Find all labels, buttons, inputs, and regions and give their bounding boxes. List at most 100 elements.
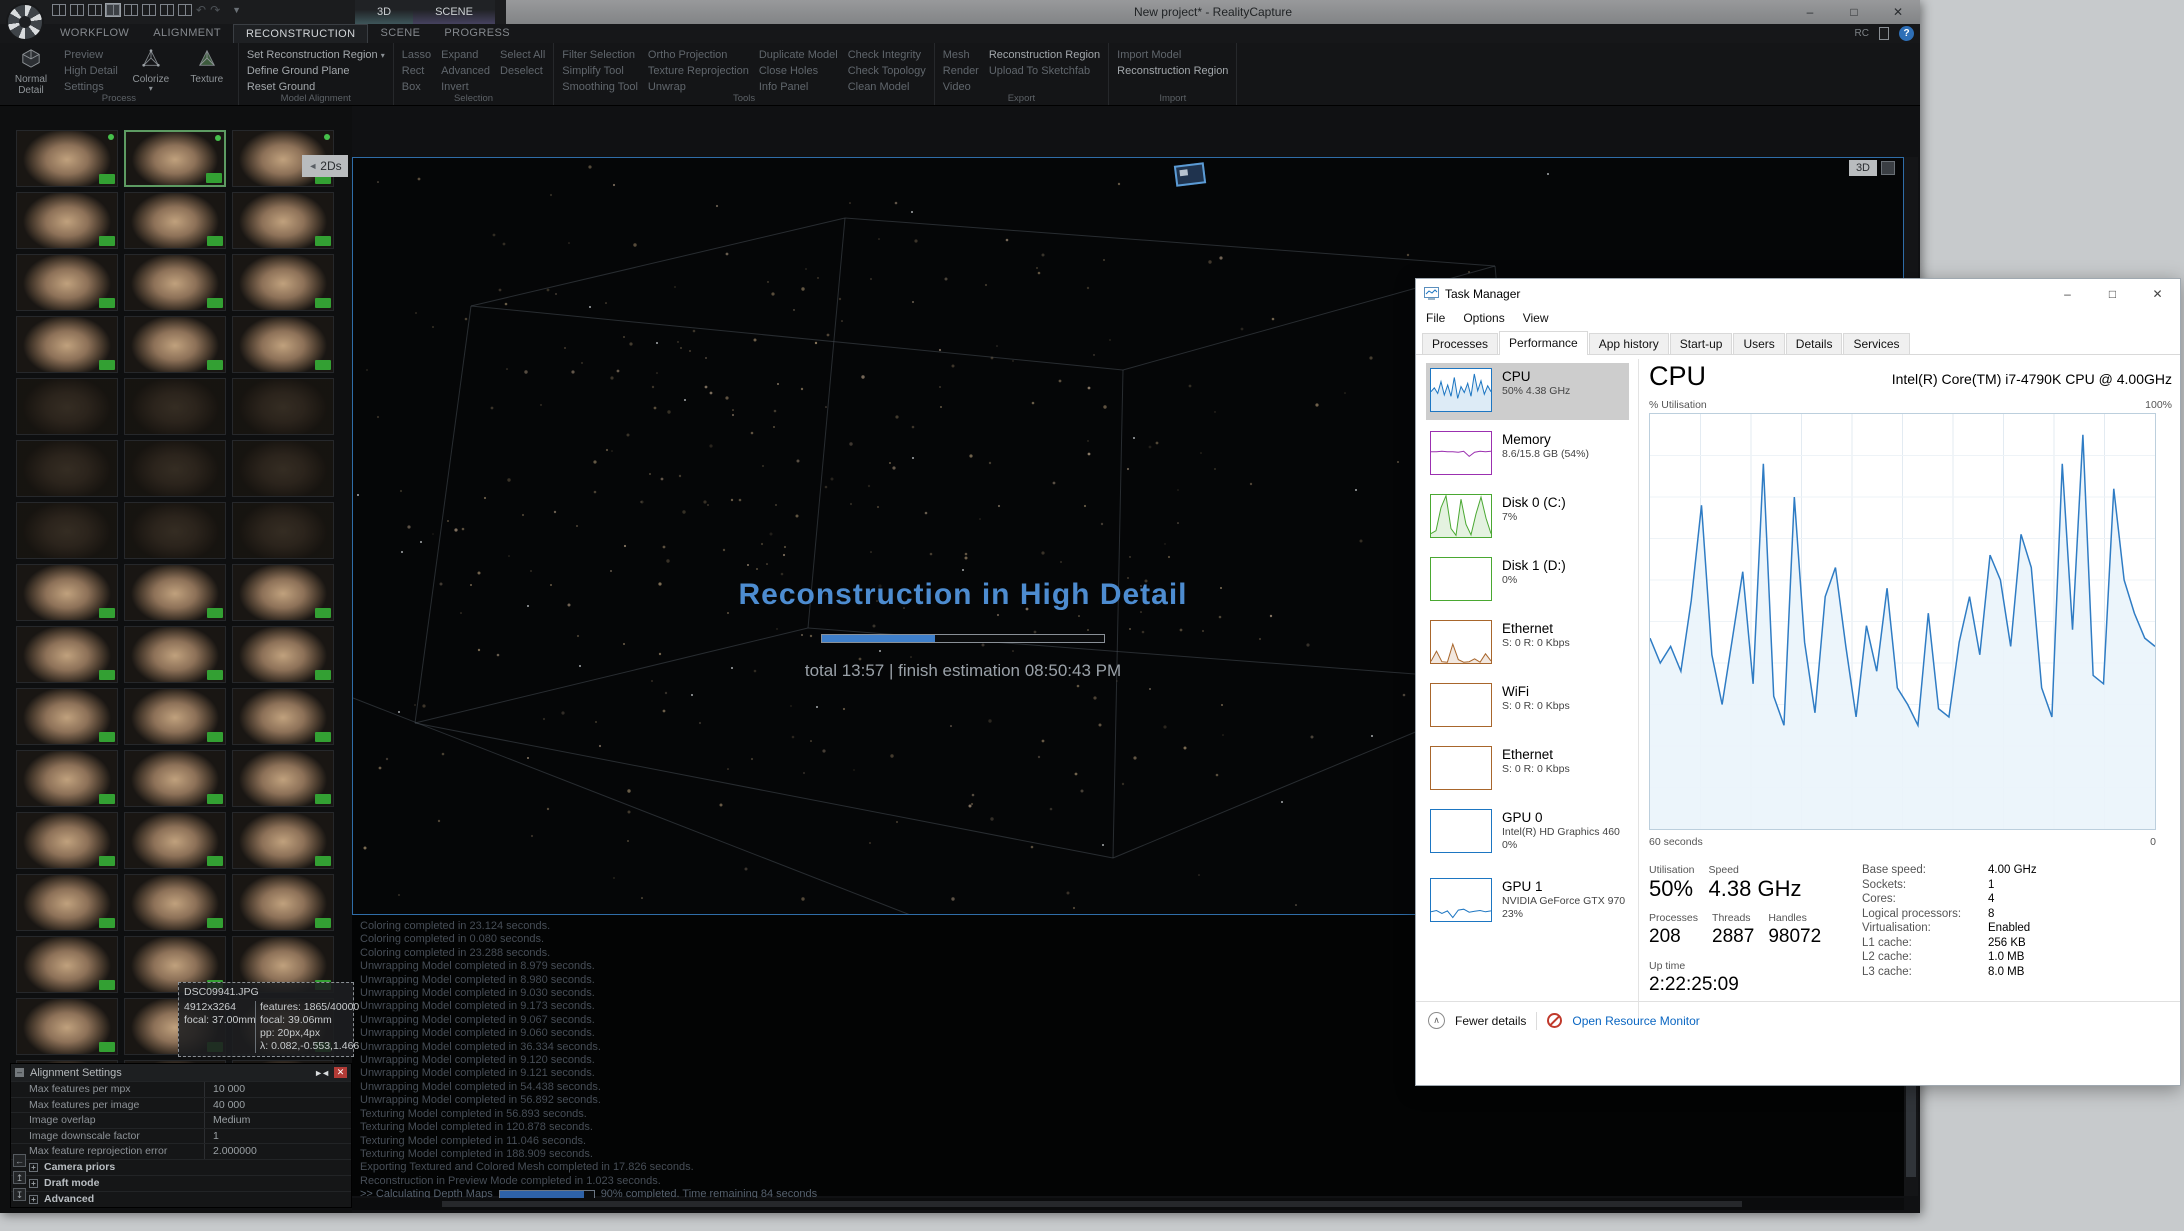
layout-columns-icon[interactable] — [70, 4, 84, 16]
image-thumbnail[interactable] — [232, 502, 334, 559]
image-thumbnail[interactable] — [124, 750, 226, 807]
ribbon-item-high-detail[interactable]: High Detail — [64, 65, 118, 78]
tm-tab-processes[interactable]: Processes — [1422, 333, 1498, 354]
layout-split-icon[interactable] — [88, 4, 102, 16]
image-thumbnail[interactable] — [16, 626, 118, 683]
redo-icon[interactable]: ↷ — [210, 4, 220, 16]
layout-grid-icon[interactable] — [142, 4, 156, 16]
image-thumbnail[interactable] — [16, 564, 118, 621]
setting-section-draft-mode[interactable]: +Draft mode — [11, 1175, 351, 1191]
expand-icon[interactable]: + — [29, 1195, 38, 1204]
tm-tab-services[interactable]: Services — [1843, 333, 1909, 354]
3d-badge[interactable]: 3D — [1849, 160, 1895, 176]
horizontal-scrollbar[interactable] — [352, 1198, 1904, 1210]
setting-value[interactable]: 10 000 — [204, 1082, 351, 1097]
ribbon-item-expand[interactable]: Expand — [441, 49, 490, 62]
image-thumbnail[interactable] — [232, 874, 334, 931]
image-thumbnail[interactable] — [16, 440, 118, 497]
ribbon-item-check-integrity[interactable]: Check Integrity — [848, 49, 926, 62]
tm-sidebar-ethernet[interactable]: EthernetS: 0 R: 0 Kbps — [1426, 615, 1629, 672]
ribbon-button-texture[interactable]: Texture — [184, 47, 230, 91]
ribbon-button-normal-detail[interactable]: Normal Detail — [8, 47, 54, 91]
tm-sidebar-gpu-0[interactable]: GPU 0Intel(R) HD Graphics 4600% — [1426, 804, 1629, 867]
image-thumbnail[interactable] — [16, 936, 118, 993]
image-thumbnail[interactable] — [124, 874, 226, 931]
image-thumbnail[interactable] — [16, 316, 118, 373]
image-thumbnail[interactable] — [124, 378, 226, 435]
ribbon-item-import-model[interactable]: Import Model — [1117, 49, 1228, 62]
float-tab-3d[interactable]: 3D — [355, 0, 413, 24]
ribbon-tab-alignment[interactable]: ALIGNMENT — [141, 24, 233, 43]
minimize-button[interactable]: – — [1788, 0, 1832, 24]
import-settings-icon[interactable]: ↧ — [13, 1188, 26, 1201]
image-thumbnail[interactable] — [232, 316, 334, 373]
image-thumbnail[interactable] — [16, 254, 118, 311]
image-thumbnail[interactable] — [232, 440, 334, 497]
ribbon-button-colorize[interactable]: Colorize▾ — [128, 47, 174, 91]
ribbon-item-rect[interactable]: Rect — [402, 65, 431, 78]
ribbon-item-render[interactable]: Render — [943, 65, 979, 78]
layout-mosaic-icon[interactable] — [178, 4, 192, 16]
image-thumbnail[interactable] — [124, 502, 226, 559]
image-thumbnail[interactable] — [232, 192, 334, 249]
tm-sidebar-gpu-1[interactable]: GPU 1NVIDIA GeForce GTX 97023% — [1426, 873, 1629, 936]
image-thumbnail[interactable] — [124, 564, 226, 621]
image-thumbnail[interactable] — [232, 626, 334, 683]
tm-tab-app-history[interactable]: App history — [1589, 333, 1669, 354]
image-thumbnail[interactable] — [232, 254, 334, 311]
setting-value[interactable]: 2.000000 — [204, 1144, 351, 1159]
tm-tab-performance[interactable]: Performance — [1499, 331, 1588, 355]
ribbon-tab-scene[interactable]: SCENE — [368, 24, 432, 43]
camera-plane-icon[interactable] — [1174, 162, 1206, 186]
export-settings-icon[interactable]: ↥ — [13, 1171, 26, 1184]
tm-sidebar-wifi[interactable]: WiFiS: 0 R: 0 Kbps — [1426, 678, 1629, 735]
image-thumbnail[interactable] — [16, 130, 118, 187]
image-thumbnail[interactable] — [16, 750, 118, 807]
fewer-details-button[interactable]: Fewer details — [1455, 1014, 1526, 1028]
qat-menu-icon[interactable]: ▼ — [232, 5, 241, 15]
ribbon-item-duplicate-model[interactable]: Duplicate Model — [759, 49, 838, 62]
image-thumbnail[interactable] — [124, 440, 226, 497]
image-thumbnail[interactable] — [124, 192, 226, 249]
ribbon-item-reconstruction-region[interactable]: Reconstruction Region — [989, 49, 1100, 62]
ribbon-item-simplify-tool[interactable]: Simplify Tool — [562, 65, 638, 78]
tm-sidebar-memory[interactable]: Memory8.6/15.8 GB (54%) — [1426, 426, 1629, 483]
close-panel-icon[interactable]: ✕ — [334, 1067, 347, 1078]
tm-tab-details[interactable]: Details — [1786, 333, 1843, 354]
setting-value[interactable]: 40 000 — [204, 1098, 351, 1113]
image-thumbnail[interactable] — [16, 192, 118, 249]
image-thumbnail[interactable] — [232, 812, 334, 869]
tm-menu-options[interactable]: Options — [1463, 311, 1504, 325]
float-tab-scene[interactable]: SCENE — [413, 0, 495, 24]
ribbon-item-deselect[interactable]: Deselect — [500, 65, 545, 78]
ribbon-tab-reconstruction[interactable]: RECONSTRUCTION — [233, 24, 369, 43]
image-thumbnail[interactable] — [16, 812, 118, 869]
layout-rows-icon[interactable] — [160, 4, 174, 16]
help-icon[interactable]: ? — [1899, 26, 1914, 41]
image-thumbnail[interactable] — [124, 626, 226, 683]
ribbon-item-advanced[interactable]: Advanced — [441, 65, 490, 78]
ribbon-tab-progress[interactable]: PROGRESS — [432, 24, 522, 43]
setting-section-camera-priors[interactable]: +Camera priors — [11, 1159, 351, 1175]
viewport-menu-icon[interactable] — [1881, 161, 1895, 175]
layout-single-icon[interactable] — [52, 4, 66, 16]
image-thumbnail[interactable] — [232, 688, 334, 745]
image-thumbnail[interactable] — [16, 502, 118, 559]
layout-left-pane-icon[interactable] — [106, 4, 120, 16]
setting-value[interactable]: Medium — [204, 1113, 351, 1128]
image-thumbnail[interactable] — [232, 750, 334, 807]
tm-maximize-button[interactable]: □ — [2090, 279, 2135, 308]
ribbon-item-texture-reprojection[interactable]: Texture Reprojection — [648, 65, 749, 78]
image-thumbnail[interactable] — [16, 874, 118, 931]
maximize-button[interactable]: □ — [1832, 0, 1876, 24]
ribbon-item-lasso[interactable]: Lasso — [402, 49, 431, 62]
tm-sidebar-disk-0-c[interactable]: Disk 0 (C:)7% — [1426, 489, 1629, 546]
image-thumbnail[interactable] — [16, 378, 118, 435]
tm-menu-file[interactable]: File — [1426, 311, 1445, 325]
load-settings-icon[interactable]: ← — [13, 1154, 26, 1167]
undo-icon[interactable]: ↶ — [196, 4, 206, 16]
setting-section-advanced[interactable]: +Advanced — [11, 1191, 351, 1207]
image-thumbnail[interactable] — [124, 316, 226, 373]
tm-tab-users[interactable]: Users — [1733, 333, 1784, 354]
tm-tab-start-up[interactable]: Start-up — [1670, 333, 1733, 354]
